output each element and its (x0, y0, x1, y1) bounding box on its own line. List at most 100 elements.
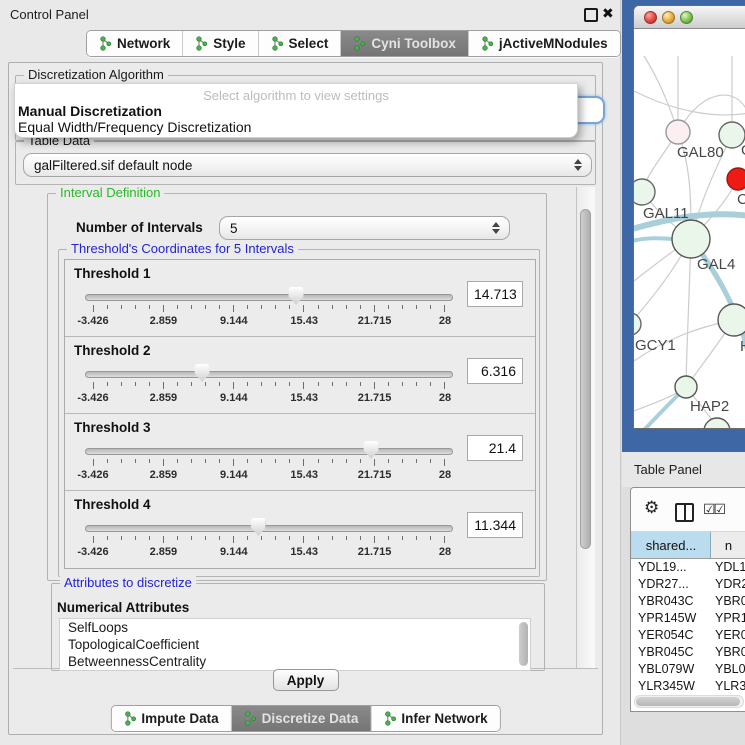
vertical-scrollbar-thumb[interactable] (580, 209, 591, 549)
tab[interactable]: Select (259, 31, 342, 56)
table-cell[interactable]: YBR045C (631, 644, 711, 661)
tick-mark (303, 305, 304, 312)
tick-label: 28 (439, 469, 451, 481)
vertical-scrollbar[interactable] (577, 187, 595, 668)
threshold-value-field[interactable] (467, 512, 523, 538)
table-row[interactable]: YBR043C YBR0 (631, 593, 745, 610)
attribute-list[interactable]: SelfLoopsTopologicalCoefficientBetweenne… (59, 618, 531, 671)
node-gal4[interactable] (672, 220, 710, 258)
tick-mark (135, 382, 136, 386)
table-cell[interactable]: YPR1 (711, 610, 745, 627)
table-cell[interactable]: YDR2 (711, 576, 745, 593)
gear-icon[interactable]: ⚙ (644, 499, 659, 516)
apply-button[interactable]: Apply (273, 669, 339, 691)
table-cell[interactable]: YLR3 (711, 678, 745, 695)
table-cell[interactable]: YDL19... (631, 559, 711, 576)
top-tabs: Network Style Select (86, 30, 621, 57)
node-hap2[interactable] (675, 376, 697, 398)
column-header-shared[interactable]: shared... (631, 532, 711, 558)
tick-label: 2.859 (150, 546, 178, 558)
table-cell[interactable]: YLR345W (631, 678, 711, 695)
checkboxes-icon[interactable]: ☑☑ (703, 502, 724, 518)
table-cell[interactable]: YBR043C (631, 593, 711, 610)
tab[interactable]: Network (87, 31, 183, 56)
attribute-list-item[interactable]: BetweennessCentrality (60, 653, 530, 670)
attribute-list-item[interactable]: SelfLoops (60, 619, 530, 636)
table-row[interactable]: YBR045C YBR0 (631, 644, 745, 661)
table-row[interactable]: YER054C YER0 (631, 627, 745, 644)
threshold-slider[interactable]: -3.4262.8599.14415.4321.71528 (85, 517, 453, 565)
table-cell[interactable]: YER054C (631, 627, 711, 644)
network-canvas[interactable]: GAL80 G C GAL11 GAL4 GCY1 H HAP2 (634, 29, 745, 429)
tab[interactable]: jActiveMNodules (469, 31, 620, 56)
tab-label: Discretize Data (262, 711, 359, 726)
node-right-mid[interactable] (718, 304, 745, 336)
table-row[interactable]: YDL19... YDL1 (631, 559, 745, 576)
horizontal-scrollbar-thumb[interactable] (636, 697, 740, 706)
columns-icon[interactable] (675, 503, 694, 522)
close-traffic-light-icon[interactable] (644, 11, 657, 24)
table-cell[interactable]: YBR0 (711, 593, 745, 610)
table-row[interactable]: YBL079W YBL0 (631, 661, 745, 678)
zoom-traffic-light-icon[interactable] (680, 11, 693, 24)
table-data-combobox[interactable]: galFiltered.sif default node (23, 153, 592, 177)
table-cell[interactable]: YBL0 (711, 661, 745, 678)
tick-mark (289, 459, 290, 463)
node-gcy1[interactable] (634, 313, 641, 335)
table-cell[interactable]: YPR145W (631, 610, 711, 627)
node-gal11[interactable] (634, 179, 655, 205)
tick-mark (346, 382, 347, 386)
table-row[interactable]: YDR27... YDR2 (631, 576, 745, 593)
horizontal-scrollbar[interactable] (634, 695, 744, 708)
slider-thumb[interactable] (195, 364, 210, 382)
threshold-value-field[interactable] (467, 435, 523, 461)
tab[interactable]: Discretize Data (232, 706, 372, 731)
tick-label: 2.859 (150, 315, 178, 327)
table-cell[interactable]: YBR0 (711, 644, 745, 661)
slider-thumb[interactable] (289, 287, 304, 305)
tick-mark (135, 305, 136, 309)
threshold-value-field[interactable] (467, 281, 523, 307)
threshold-slider[interactable]: -3.4262.8599.14415.4321.71528 (85, 440, 453, 488)
attribute-list-scrollbar-thumb[interactable] (519, 622, 528, 666)
tab[interactable]: Impute Data (111, 706, 231, 731)
network-icon (353, 36, 366, 51)
node-bottom-partial[interactable] (704, 418, 730, 429)
stepper-arrows-icon (492, 222, 500, 234)
tab[interactable]: Infer Network (371, 706, 499, 731)
minimize-traffic-light-icon[interactable] (662, 11, 675, 24)
node-red-selected[interactable] (727, 168, 745, 190)
tick-mark (177, 382, 178, 386)
table-row[interactable]: YLR345W YLR3 (631, 678, 745, 695)
tab[interactable]: Cyni Toolbox (341, 31, 469, 56)
table-row[interactable]: YPR145W YPR1 (631, 610, 745, 627)
algorithm-option-manual[interactable]: Manual Discretization (18, 103, 162, 119)
float-window-icon[interactable] (584, 8, 598, 22)
tick-mark (247, 305, 248, 309)
table-cell[interactable]: YDL1 (711, 559, 745, 576)
tick-mark (191, 536, 192, 540)
attribute-list-item[interactable]: TopologicalCoefficient (60, 636, 530, 653)
control-panel-titlebar: Control Panel ✖ (0, 0, 620, 28)
tab[interactable]: Style (183, 31, 258, 56)
algorithm-option-equal-width[interactable]: Equal Width/Frequency Discretization (18, 119, 251, 135)
slider-thumb[interactable] (251, 518, 266, 536)
close-icon[interactable]: ✖ (602, 5, 614, 22)
threshold-slider[interactable]: -3.4262.8599.14415.4321.71528 (85, 286, 453, 334)
tick-mark (163, 382, 164, 389)
table-cell[interactable]: YER0 (711, 627, 745, 644)
tab-label: Network (117, 36, 170, 51)
tick-mark (332, 459, 333, 463)
column-header-name[interactable]: n (711, 532, 745, 558)
table-cell[interactable]: YDR27... (631, 576, 711, 593)
threshold-slider[interactable]: -3.4262.8599.14415.4321.71528 (85, 363, 453, 411)
tick-label: 28 (439, 546, 451, 558)
table-cell[interactable]: YBL079W (631, 661, 711, 678)
threshold-value-field[interactable] (467, 358, 523, 384)
node-gal80[interactable] (666, 120, 690, 144)
threshold-label: Threshold 4 (74, 497, 151, 512)
tick-mark (360, 305, 361, 309)
tick-mark (360, 382, 361, 386)
number-of-intervals-combobox[interactable]: 5 (219, 216, 510, 240)
slider-thumb[interactable] (364, 441, 379, 459)
